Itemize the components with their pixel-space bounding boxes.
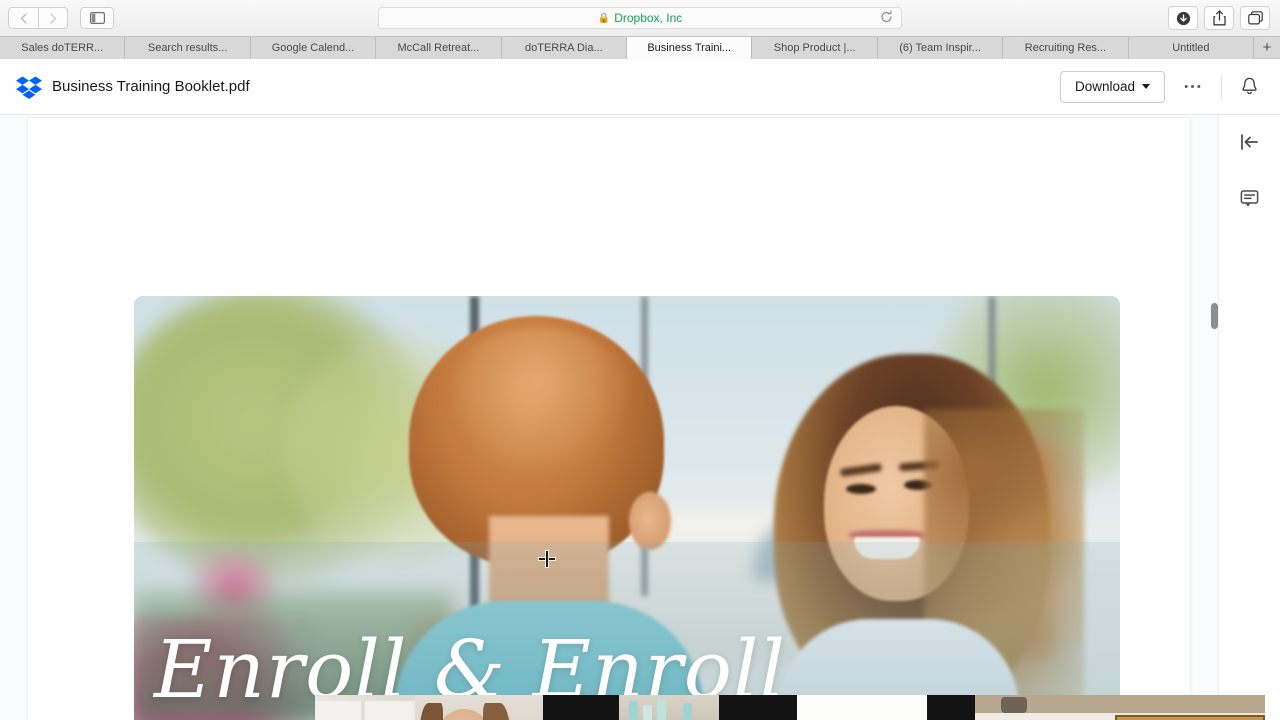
- slide-video-still: Enroll & Enroll: [134, 296, 1120, 720]
- tab-google-calendar[interactable]: Google Calend...: [250, 37, 377, 59]
- slide-overlay-band: Enroll & Enroll: [134, 542, 1120, 720]
- collapse-panel-icon[interactable]: [1235, 127, 1265, 157]
- dropbox-app-header: Business Training Booklet.pdf Download: [0, 59, 1280, 115]
- tab-strip: Sales doTERR... Search results... Google…: [0, 36, 1280, 59]
- right-sidebar: [1218, 115, 1280, 720]
- reload-icon[interactable]: [880, 10, 893, 26]
- download-button[interactable]: Download: [1059, 70, 1165, 103]
- participant-tile-4[interactable]: [719, 695, 797, 720]
- header-divider: [1221, 74, 1222, 99]
- pdf-viewer: Enroll & Enroll: [0, 115, 1280, 720]
- chevron-down-icon: [1142, 84, 1150, 89]
- tab-mccall-retreat[interactable]: McCall Retreat...: [376, 37, 502, 59]
- participant-tile-5[interactable]: [797, 695, 927, 720]
- tab-overview-icon[interactable]: [1240, 6, 1270, 30]
- dropbox-logo: [16, 75, 42, 99]
- video-call-participant-strip[interactable]: [315, 695, 1265, 720]
- ellipsis-icon: [1184, 85, 1200, 88]
- forward-button[interactable]: [38, 7, 68, 29]
- tab-sales-doterra[interactable]: Sales doTERR...: [0, 37, 126, 59]
- scrollbar-thumb[interactable]: [1211, 303, 1218, 329]
- lock-icon: 🔒: [597, 12, 611, 24]
- toolbar-right-buttons: [1168, 6, 1270, 30]
- pdf-page: Enroll & Enroll: [28, 118, 1190, 720]
- more-options-button[interactable]: [1175, 71, 1209, 103]
- participant-tile-7[interactable]: [975, 695, 1265, 720]
- woman-eye-left: [846, 484, 876, 494]
- file-title: Business Training Booklet.pdf: [52, 78, 250, 95]
- tab-recruiting-res[interactable]: Recruiting Res...: [1003, 37, 1129, 59]
- address-bar-text: Dropbox, Inc: [614, 11, 683, 25]
- vertical-scrollbar[interactable]: [1208, 115, 1222, 720]
- participant-tile-6[interactable]: [927, 695, 975, 720]
- notifications-bell-icon[interactable]: [1234, 72, 1264, 102]
- share-icon[interactable]: [1204, 6, 1234, 30]
- tab-business-training[interactable]: Business Traini...: [627, 37, 753, 59]
- back-button[interactable]: [8, 7, 38, 29]
- comment-bubble-icon[interactable]: [1235, 183, 1265, 213]
- new-tab-button[interactable]: +: [1254, 37, 1280, 58]
- browser-chrome: 🔒 Dropbox, Inc Sales doTERR... Search re…: [0, 0, 1280, 59]
- man-hair-highlight: [444, 328, 634, 478]
- browser-toolbar: 🔒 Dropbox, Inc: [0, 0, 1280, 36]
- download-button-label: Download: [1074, 79, 1135, 94]
- sidebar-toggle-button[interactable]: [80, 7, 114, 29]
- address-bar[interactable]: 🔒 Dropbox, Inc: [378, 7, 902, 29]
- tab-search-results[interactable]: Search results...: [125, 37, 251, 59]
- downloads-icon[interactable]: [1168, 6, 1198, 30]
- participant-tile-3[interactable]: [619, 695, 719, 720]
- participant-tile-1[interactable]: [315, 695, 543, 720]
- header-actions: Download: [1059, 70, 1264, 103]
- tab-shop-product[interactable]: Shop Product |...: [752, 37, 878, 59]
- tab-doterra-diamond[interactable]: doTERRA Dia...: [501, 37, 628, 59]
- participant-tile-2[interactable]: [543, 695, 619, 720]
- navigation-buttons: [8, 7, 68, 29]
- tab-untitled[interactable]: Untitled: [1128, 37, 1255, 59]
- tab-team-inspiration[interactable]: (6) Team Inspir...: [877, 37, 1004, 59]
